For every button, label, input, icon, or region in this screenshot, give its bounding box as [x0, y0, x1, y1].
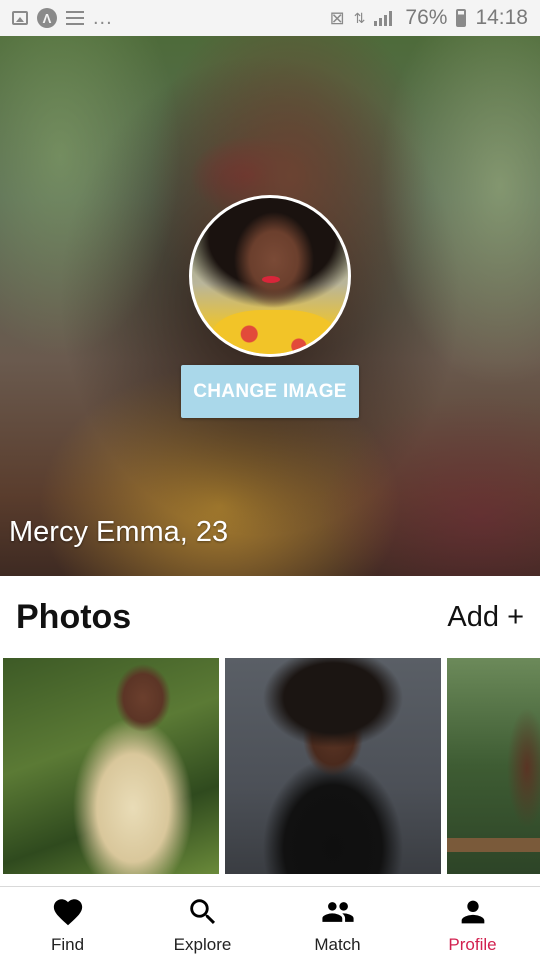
avatar-lips [262, 276, 280, 283]
nav-label: Match [314, 935, 361, 954]
photo-thumbnail[interactable] [3, 658, 219, 874]
nav-label: Profile [448, 935, 497, 954]
photo-thumbnail[interactable] [447, 658, 540, 874]
nav-item-profile[interactable]: Profile [405, 887, 540, 960]
status-bar-left: Λ ... [12, 7, 113, 30]
search-icon [189, 899, 215, 925]
list-icon [66, 11, 84, 25]
photo-strip[interactable] [0, 658, 540, 874]
status-bar: Λ ... ⊠ ⇅ 76% 14:18 [0, 0, 540, 36]
more-notifications-indicator: ... [93, 6, 113, 29]
gallery-icon [12, 11, 28, 25]
photo-thumbnail[interactable] [225, 658, 441, 874]
add-photo-button[interactable]: Add + [447, 601, 524, 634]
app-a-icon: Λ [37, 8, 57, 28]
nav-label: Find [50, 935, 85, 954]
status-bar-right: ⊠ ⇅ 76% 14:18 [330, 6, 528, 30]
vibrate-off-icon: ⊠ [329, 7, 345, 28]
bottom-navigation: Find Explore Match Profile [0, 886, 540, 960]
profile-name-age: Mercy Emma, 23 [9, 516, 229, 548]
person-icon [461, 900, 484, 924]
change-image-button[interactable]: CHANGE IMAGE [181, 365, 359, 418]
photos-title: Photos [16, 597, 132, 636]
battery-icon [456, 9, 467, 27]
nav-label: Explore [173, 935, 232, 954]
nav-item-find[interactable]: Find [0, 887, 135, 960]
people-icon [321, 902, 354, 922]
avatar-dress [212, 310, 336, 354]
heart-icon [53, 899, 82, 926]
data-transfer-icon: ⇅ [353, 9, 366, 26]
clock: 14:18 [475, 6, 528, 29]
signal-icon [374, 10, 396, 26]
profile-hero: CHANGE IMAGE Mercy Emma, 23 [0, 36, 540, 576]
battery-percent: 76% [405, 6, 448, 29]
nav-item-explore[interactable]: Explore [135, 887, 270, 960]
photos-header: Photos Add + [0, 576, 540, 658]
profile-avatar[interactable] [189, 195, 351, 357]
nav-item-match[interactable]: Match [270, 887, 405, 960]
